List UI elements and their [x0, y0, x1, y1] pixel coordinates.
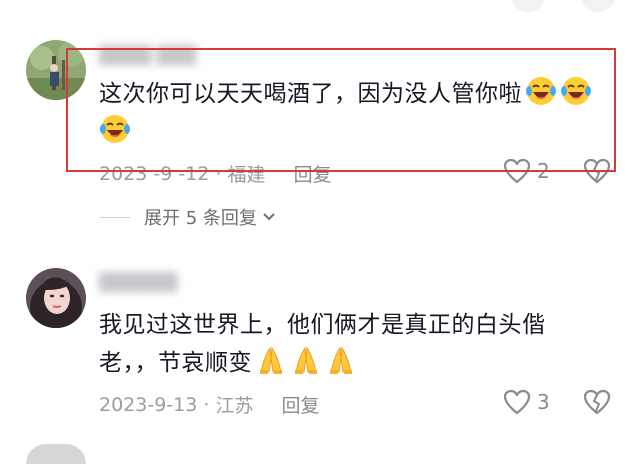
dislike-button[interactable] [583, 158, 611, 188]
dislike-button[interactable] [583, 389, 611, 419]
username[interactable]: ████ ███ [99, 46, 196, 66]
laughing-tears-emoji [561, 77, 591, 105]
comment-text: 我见过这世界上，他们俩才是真正的白头偕 老，，节哀顺变 [99, 306, 619, 382]
comment-date: 2023 -9 -12 [99, 162, 210, 185]
chevron-down-icon [263, 213, 275, 221]
comment-location: 江苏 [215, 395, 254, 417]
like-count: 2 [537, 159, 550, 183]
comment-body-line2: 老，，节哀顺变 [99, 350, 252, 376]
divider-line [100, 216, 130, 218]
top-action-button[interactable] [510, 0, 546, 12]
reply-button[interactable]: 回复 [294, 160, 332, 187]
top-action-button[interactable] [580, 0, 616, 12]
heart-icon [503, 389, 531, 415]
next-comment-avatar[interactable] [26, 444, 86, 464]
laughing-tears-emoji [526, 77, 556, 105]
avatar-image [26, 268, 86, 328]
heart-icon [503, 158, 531, 184]
expand-replies-label: 展开 5 条回复 [144, 208, 257, 229]
praying-hands-emoji [330, 346, 352, 374]
avatar[interactable] [26, 40, 86, 100]
praying-hands-emoji [295, 346, 317, 374]
comment-body-line1: 我见过这世界上，他们俩才是真正的白头偕 [99, 312, 546, 338]
praying-hands-emoji [260, 346, 282, 374]
laughing-tears-emoji [100, 115, 130, 143]
reply-button[interactable]: 回复 [281, 391, 319, 418]
like-button[interactable]: 3 [503, 389, 550, 415]
username[interactable]: ██████ [99, 273, 177, 293]
meta-separator: · [197, 393, 216, 416]
comment-text: 这次你可以天天喝酒了，因为没人管你啦 [99, 75, 609, 151]
comment-meta: 2023-9-13 · 江苏 回复 [99, 391, 320, 418]
avatar[interactable] [26, 268, 86, 328]
like-button[interactable]: 2 [503, 158, 550, 184]
avatar-image [26, 40, 86, 100]
broken-heart-icon [583, 389, 611, 415]
meta-separator: · [209, 162, 228, 185]
comment-meta: 2023 -9 -12 · 福建 回复 [99, 160, 332, 187]
comment-body: 这次你可以天天喝酒了，因为没人管你啦 [99, 81, 522, 107]
like-count: 3 [537, 390, 550, 414]
comment-location: 福建 [227, 164, 266, 186]
broken-heart-icon [583, 158, 611, 184]
expand-replies-button[interactable]: 展开 5 条回复 [100, 204, 277, 230]
comment-date: 2023-9-13 [99, 393, 198, 416]
